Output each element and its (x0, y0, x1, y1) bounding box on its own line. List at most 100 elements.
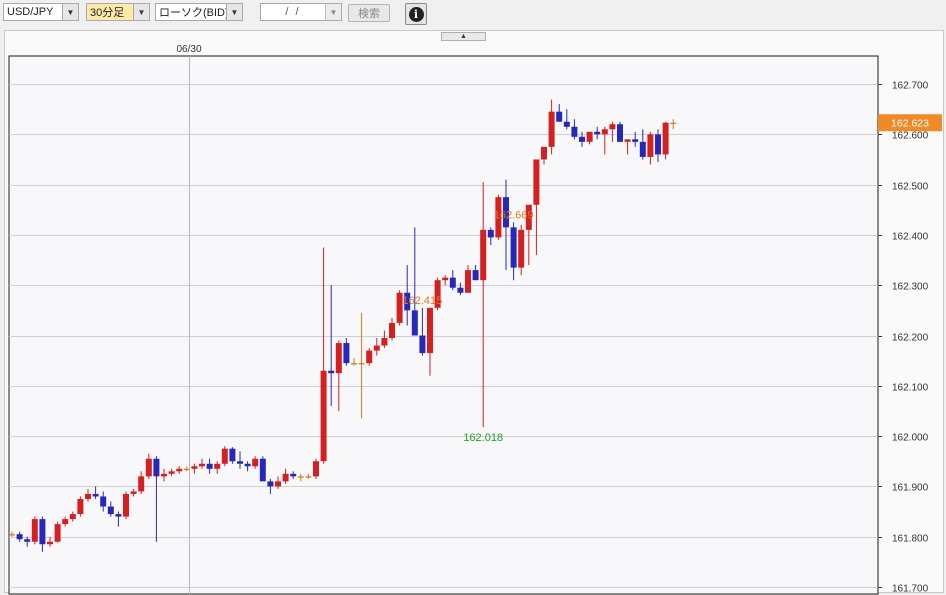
candle-body (335, 343, 342, 374)
candle-body (381, 338, 388, 346)
y-tick-label: 162.100 (892, 383, 929, 394)
candle (221, 446, 228, 467)
candle (259, 456, 266, 482)
candle (662, 121, 669, 160)
candle-body (586, 131, 593, 142)
candle-body (655, 134, 661, 155)
y-tick-label: 162.400 (892, 232, 929, 243)
candle-body (617, 124, 623, 142)
candle-body (244, 463, 251, 467)
y-tick-label: 161.800 (892, 534, 929, 545)
y-tick-label: 161.900 (892, 483, 929, 494)
y-tick-label: 162.700 (892, 81, 929, 92)
candle-body (670, 122, 677, 124)
candle-body (107, 506, 114, 515)
candle (77, 496, 84, 517)
candle-body (320, 370, 327, 462)
candle-body (161, 473, 167, 477)
candle-body (221, 448, 228, 464)
candle-body (609, 124, 616, 130)
candle (31, 516, 38, 545)
candle (123, 491, 129, 520)
candle-body (639, 141, 646, 157)
candle-body (145, 458, 152, 477)
candle-body (115, 514, 122, 517)
candle-body (214, 463, 221, 469)
candle-body (442, 277, 449, 281)
candle-body (297, 476, 304, 478)
candle-body (168, 471, 175, 474)
candle-body (92, 493, 99, 497)
candle-body (343, 343, 350, 364)
date-label: 06/30 (176, 44, 201, 55)
candle-body (31, 519, 38, 542)
candle-body (548, 111, 555, 147)
candle-body (457, 287, 464, 293)
candle-body (47, 541, 53, 545)
candlestick-chart[interactable]: 162.700 162.600 162.500 162.400 162.300 162.2… (0, 0, 946, 595)
candle-body (69, 514, 76, 520)
candle-body (579, 136, 585, 142)
candle-body (267, 481, 274, 487)
candle-body (541, 146, 547, 160)
candle-body (419, 335, 426, 354)
candle-body (100, 496, 107, 507)
price-annotation: 162.669 (494, 209, 534, 221)
candle-body (24, 539, 31, 542)
candle (518, 224, 525, 276)
candle (313, 458, 319, 479)
candle-body (237, 461, 243, 464)
candle-body (647, 134, 654, 157)
candle-body (563, 121, 570, 127)
candle-body (601, 129, 608, 135)
candle-body (518, 229, 525, 268)
candle-body (123, 493, 129, 517)
y-tick-label: 162.600 (892, 131, 929, 142)
plot-area (8, 55, 879, 595)
candle-body (351, 363, 357, 365)
candle-body (571, 126, 578, 137)
candle-body (662, 122, 669, 155)
candle-body (62, 519, 69, 525)
candle-body (259, 458, 266, 482)
candle-body (77, 498, 84, 515)
candle-body (282, 473, 289, 482)
candle-body (16, 534, 23, 540)
price-annotation: 162.018 (463, 432, 503, 444)
candle-body (465, 270, 471, 293)
y-tick-label: 162.300 (892, 282, 929, 293)
candle (366, 348, 373, 366)
candle-body (358, 363, 365, 365)
candle-body (366, 350, 373, 364)
candle (617, 121, 623, 142)
y-tick-label: 161.700 (892, 584, 929, 595)
candle-body (472, 270, 479, 281)
candle-body (85, 493, 91, 499)
candle-body (632, 139, 639, 142)
candle-body (191, 466, 198, 469)
candle-body (275, 481, 281, 487)
y-tick-label: 162.200 (892, 333, 929, 344)
candle-body (54, 524, 61, 542)
y-axis: 162.700 162.600 162.500 162.400 162.300 162.2… (878, 81, 929, 595)
candle (54, 521, 61, 543)
candle-body (487, 229, 494, 238)
candle-body (305, 476, 312, 478)
price-annotation: 162.415 (403, 295, 443, 307)
candle-body (290, 473, 297, 477)
candle-body (533, 159, 540, 205)
candle-body (594, 131, 601, 135)
candle-body (313, 461, 319, 477)
candle-body (449, 277, 456, 288)
candle-body (9, 534, 15, 536)
candle-body (328, 370, 335, 374)
candle-body (39, 519, 46, 545)
candle-body (199, 463, 205, 467)
candle-body (138, 476, 145, 492)
current-price-marker: 162.623 (878, 114, 942, 132)
candle-body (510, 227, 517, 268)
y-tick-label: 162.000 (892, 433, 929, 444)
candle-body (206, 463, 213, 469)
candle-body (183, 468, 190, 470)
candle-body (480, 229, 487, 281)
